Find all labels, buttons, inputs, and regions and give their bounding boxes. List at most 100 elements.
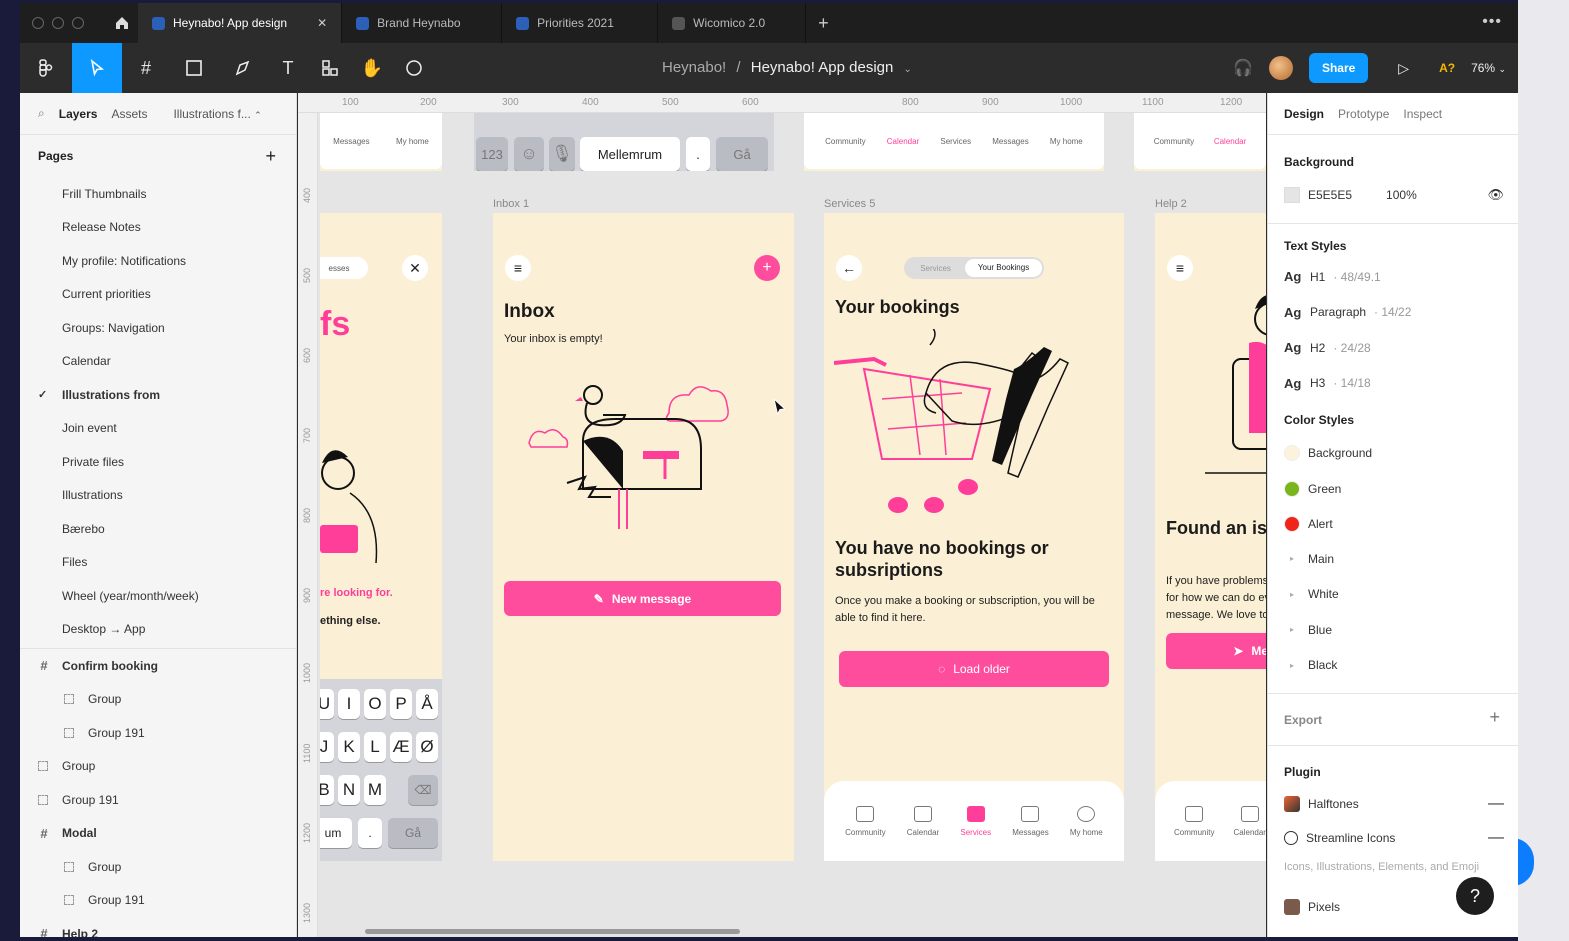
key[interactable]: B (320, 775, 334, 805)
frame-label-help[interactable]: Help 2 (1155, 198, 1187, 210)
move-tool-icon[interactable] (72, 43, 122, 93)
nav-community[interactable]: Community (845, 805, 886, 837)
send-message-button[interactable]: ➤ Me (1166, 633, 1266, 669)
minimize-window-button[interactable] (52, 17, 64, 29)
text-style-item[interactable]: Ag H3 · 14/18 (1284, 376, 1371, 391)
new-message-button[interactable]: ✎ New message (504, 581, 781, 616)
page-item[interactable]: Release Notes (20, 211, 296, 245)
tab-assets[interactable]: Assets (111, 107, 147, 121)
maximize-window-button[interactable] (72, 17, 84, 29)
nav-calendar[interactable]: Calendar (887, 137, 919, 146)
background-row[interactable]: E5E5E5 100% 👁 (1284, 187, 1504, 203)
key[interactable]: K (338, 732, 360, 762)
nav-messages[interactable]: Messages (992, 137, 1028, 146)
play-icon[interactable]: ▷ (1398, 60, 1409, 77)
nav-calendar[interactable]: Calendar (907, 805, 939, 837)
frame-tool-icon[interactable]: # (122, 43, 170, 93)
page-item[interactable]: Groups: Navigation (20, 311, 296, 345)
key[interactable]: P (390, 689, 412, 719)
comment-tool-icon[interactable] (392, 43, 436, 93)
tab-inspect[interactable]: Inspect (1403, 107, 1442, 121)
nav-messages[interactable]: Messages (1012, 805, 1049, 837)
key[interactable]: L (364, 732, 386, 762)
tab-wicomico[interactable]: Wicomico 2.0 (658, 3, 807, 43)
microphone-icon[interactable]: 🎙 (549, 137, 575, 171)
key[interactable]: Æ (390, 732, 412, 762)
color-style-item[interactable]: Green (1284, 480, 1341, 497)
key[interactable]: Å (416, 689, 438, 719)
frame-help[interactable]: ≡ Found an issu suggestion? If you have … (1155, 213, 1266, 861)
page-item[interactable]: Desktop → App (20, 613, 296, 647)
hand-tool-icon[interactable]: ✋ (352, 43, 392, 93)
zoom-dropdown[interactable]: 76% ⌄ (1471, 61, 1506, 75)
nav-messages[interactable]: Messages (333, 137, 369, 146)
nav-services[interactable]: Services (940, 137, 971, 146)
backspace-icon[interactable]: ⌫ (408, 775, 438, 805)
menu-icon[interactable]: ≡ (505, 255, 531, 281)
frame-top-left[interactable]: Messages My home (320, 113, 442, 171)
breadcrumb-file[interactable]: Heynabo! App design (751, 59, 894, 76)
page-item[interactable]: Bærebo (20, 512, 296, 546)
layer-item[interactable]: Group (20, 850, 296, 884)
toggle-your-bookings[interactable]: Your Bookings (965, 259, 1042, 277)
frame-services[interactable]: ← Services Your Bookings Your bookings Y… (824, 213, 1124, 861)
breadcrumb-project[interactable]: Heynabo! (662, 59, 726, 76)
key[interactable]: I (338, 689, 360, 719)
layer-item[interactable]: # Modal (20, 817, 296, 851)
page-item[interactable]: Wheel (year/month/week) (20, 579, 296, 613)
color-style-item[interactable]: Alert (1284, 516, 1333, 532)
layer-item[interactable]: Group 191 (20, 884, 296, 918)
nav-community[interactable]: Community (825, 137, 865, 146)
frame-label-services[interactable]: Services 5 (824, 198, 875, 210)
tab-brand-heynabo[interactable]: Brand Heynabo (342, 3, 503, 43)
home-icon[interactable] (106, 3, 138, 43)
frame-inbox[interactable]: ≡ + Inbox Your inbox is empty! ✎ New mes… (493, 213, 794, 861)
layer-item[interactable]: Group 191 (20, 783, 296, 817)
emoji-key-icon[interactable]: ☺ (514, 137, 544, 171)
key-go[interactable]: Gå (716, 137, 768, 171)
breadcrumb[interactable]: Heynabo! / Heynabo! App design ⌄ (662, 59, 912, 76)
toggle-services[interactable]: Services (906, 264, 965, 273)
close-icon[interactable]: ✕ (402, 255, 428, 281)
segmented-toggle[interactable]: esses (320, 257, 368, 279)
text-style-item[interactable]: Ag H2 · 24/28 (1284, 340, 1371, 355)
color-style-group[interactable]: ▸ Black (1284, 658, 1337, 672)
text-tool-icon[interactable]: T (268, 43, 308, 93)
page-item[interactable]: Private files (20, 445, 296, 479)
page-item[interactable]: Files (20, 546, 296, 580)
frame-top-help[interactable]: Community Calendar (1134, 113, 1266, 171)
shape-tool-icon[interactable] (170, 43, 218, 93)
page-item[interactable]: My profile: Notifications (20, 244, 296, 278)
tab-layers[interactable]: Layers (59, 107, 98, 121)
tab-priorities-2021[interactable]: Priorities 2021 (502, 3, 659, 43)
frame-left-partial[interactable]: esses ✕ fs re looking for. ething else. … (320, 213, 442, 861)
frame-label-inbox[interactable]: Inbox 1 (493, 198, 529, 210)
key[interactable]: um (320, 818, 352, 848)
nav-my-home[interactable]: My home (1050, 137, 1083, 146)
page-item[interactable]: ✓ Illustrations from (20, 378, 296, 412)
page-item[interactable]: Current priorities (20, 278, 296, 312)
add-export-icon[interactable]: + (1489, 707, 1500, 728)
segmented-toggle[interactable]: Services Your Bookings (904, 257, 1044, 279)
nav-my-home[interactable]: My home (396, 137, 429, 146)
frame-top-services[interactable]: Community Calendar Services Messages My … (804, 113, 1104, 171)
tab-design[interactable]: Design (1284, 107, 1324, 121)
headphones-icon[interactable]: 🎧 (1233, 58, 1253, 78)
background-swatch[interactable] (1284, 187, 1300, 203)
key-space[interactable]: Mellemrum (580, 137, 680, 171)
add-page-icon[interactable]: + (265, 146, 276, 167)
nav-calendar[interactable]: Calendar (1214, 137, 1246, 146)
remove-plugin-icon[interactable]: — (1488, 795, 1504, 813)
key-123[interactable]: 123 (476, 137, 508, 171)
new-tab-icon[interactable]: + (818, 13, 829, 34)
load-older-button[interactable]: ◌ Load older (839, 651, 1109, 687)
plugin-halftones[interactable]: Halftones — (1284, 795, 1504, 813)
color-style-group[interactable]: ▸ Main (1284, 552, 1334, 566)
nav-calendar[interactable]: Calendar (1233, 805, 1266, 837)
layer-item[interactable]: Group 191 (20, 716, 296, 750)
layer-item[interactable]: # Help 2 (20, 917, 296, 937)
page-selector[interactable]: Illustrations f... ⌃ (173, 107, 261, 121)
search-icon[interactable]: ⌕ (38, 106, 45, 121)
text-style-item[interactable]: Ag Paragraph · 14/22 (1284, 305, 1411, 320)
eye-icon[interactable]: 👁 (1487, 187, 1504, 203)
